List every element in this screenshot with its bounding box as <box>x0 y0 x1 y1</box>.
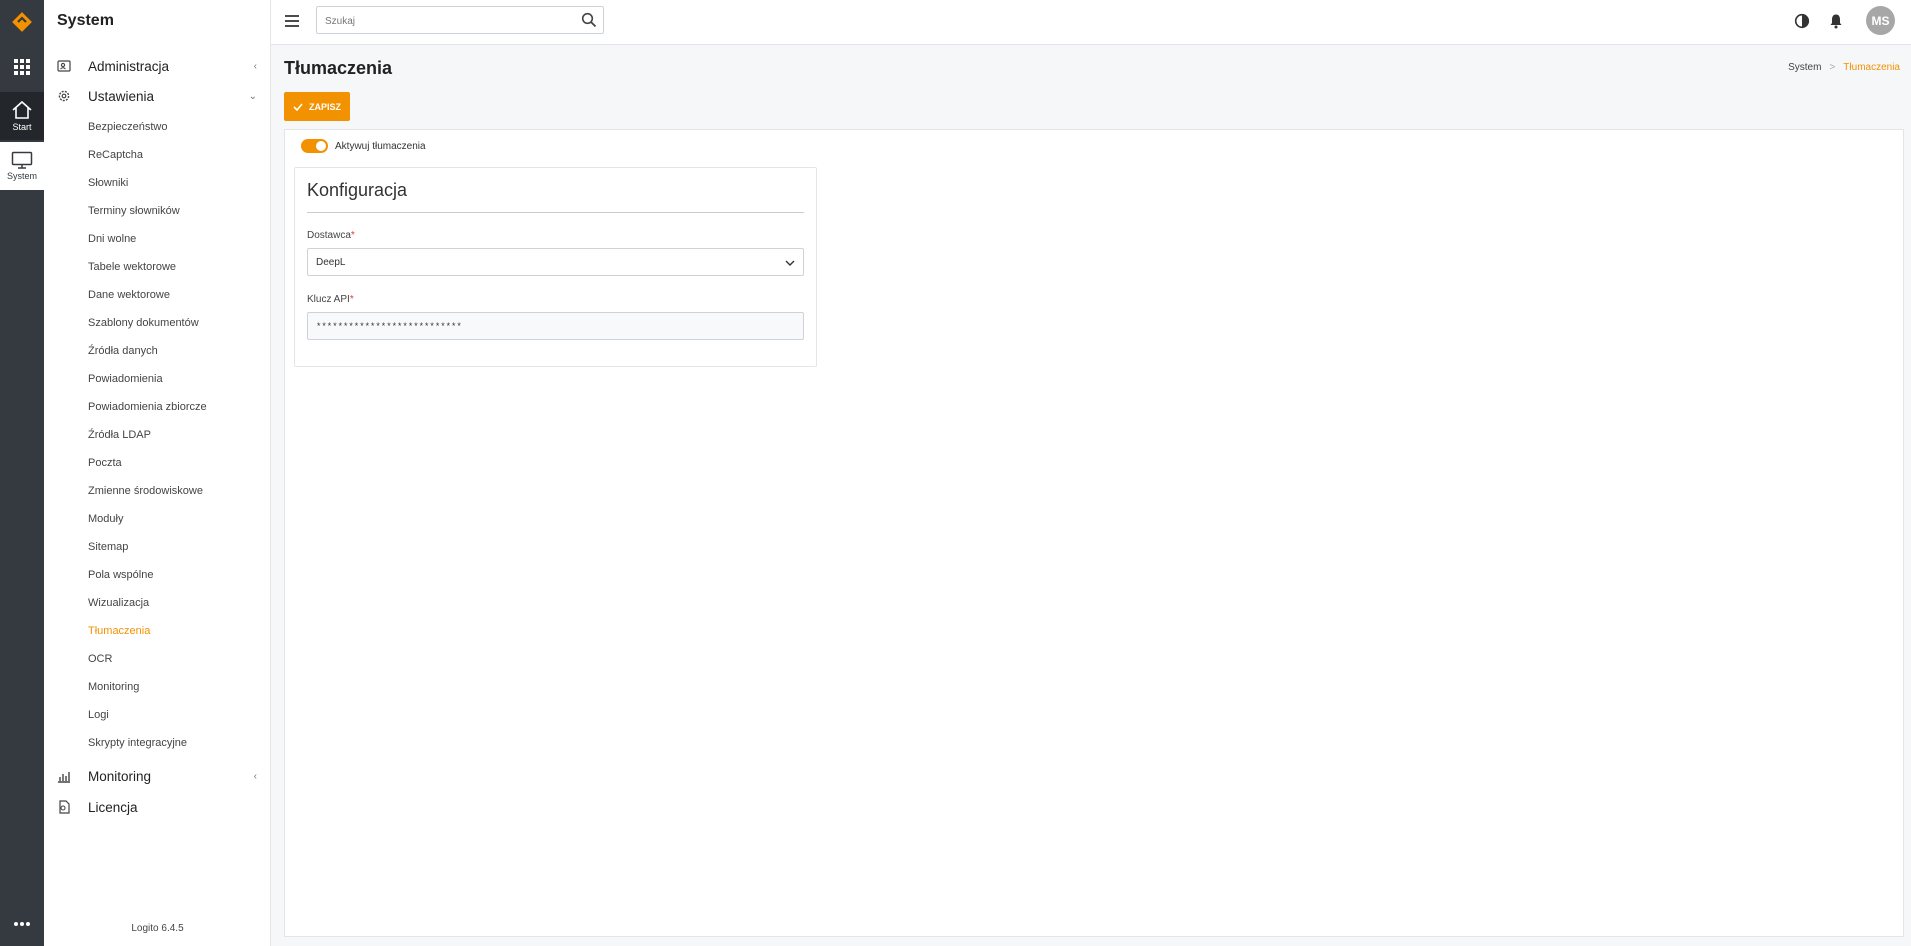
sidebar-item-terminy-slownikow[interactable]: Terminy słowników <box>88 205 180 217</box>
nav-group-label: Monitoring <box>88 768 152 784</box>
sidebar-item-logi[interactable]: Logi <box>88 709 109 721</box>
apps-grid-icon[interactable] <box>0 52 44 82</box>
nav-group-monitoring[interactable]: Monitoring ‹ <box>44 764 271 788</box>
bell-icon[interactable] <box>1828 13 1844 29</box>
provider-select-value: DeepL <box>316 257 346 268</box>
provider-select[interactable]: DeepL <box>307 248 804 276</box>
monitor-icon <box>11 151 33 169</box>
sidebar-item-powiadomienia-zbiorcze[interactable]: Powiadomienia zbiorcze <box>88 401 207 413</box>
search-icon[interactable] <box>581 12 597 28</box>
search-box <box>316 6 604 34</box>
sidebar-item-bezpieczenstwo[interactable]: Bezpieczeństwo <box>88 121 168 133</box>
search-input[interactable] <box>325 13 575 29</box>
app-rail: Start System <box>0 0 44 946</box>
api-key-label-text: Klucz API <box>307 294 350 305</box>
sidebar-item-moduly[interactable]: Moduły <box>88 513 123 525</box>
provider-label-text: Dostawca <box>307 230 351 241</box>
nav-group-label: Administracja <box>88 58 170 74</box>
topbar: MS <box>271 0 1911 45</box>
more-icon[interactable] <box>0 914 44 934</box>
gear-icon <box>58 90 70 102</box>
hamburger-menu-icon[interactable] <box>284 14 300 28</box>
required-mark: * <box>349 294 354 305</box>
sidebar-item-zmienne-srodowiskowe[interactable]: Zmienne środowiskowe <box>88 485 203 497</box>
sidebar-item-monitoring[interactable]: Monitoring <box>88 681 139 693</box>
sidebar-item-dane-wektorowe[interactable]: Dane wektorowe <box>88 289 170 301</box>
sidebar-item-recaptcha[interactable]: ReCaptcha <box>88 149 143 161</box>
logo-icon[interactable] <box>0 0 44 44</box>
sidebar-item-slowniki[interactable]: Słowniki <box>88 177 128 189</box>
chart-icon <box>58 772 70 783</box>
contrast-icon[interactable] <box>1794 13 1810 29</box>
admin-icon <box>57 60 71 72</box>
license-icon <box>59 800 70 814</box>
sidebar-item-pola-wspolne[interactable]: Pola wspólne <box>88 569 153 581</box>
sidebar-item-poczta[interactable]: Poczta <box>88 457 122 469</box>
page-title: Tłumaczenia <box>284 58 393 78</box>
check-icon <box>293 102 303 111</box>
required-mark: * <box>350 230 355 241</box>
chevron-down-icon: ⌄ <box>248 90 257 102</box>
chevron-left-icon: ‹ <box>253 770 257 782</box>
breadcrumb: System > Tłumaczenia <box>1788 62 1900 73</box>
home-icon <box>12 100 32 119</box>
rail-system-label: System <box>6 171 37 181</box>
nav-group-ustawienia[interactable]: Ustawienia ⌄ <box>44 84 271 108</box>
toggle-label: Aktywuj tłumaczenia <box>335 140 426 152</box>
sidebar-item-skrypty-integracyjne[interactable]: Skrypty integracyjne <box>88 737 187 749</box>
avatar[interactable]: MS <box>1866 6 1895 35</box>
api-key-label: Klucz API* <box>307 294 354 305</box>
sidebar-item-zrodla-ldap[interactable]: Źródła LDAP <box>88 429 151 441</box>
sidebar-item-wizualizacja[interactable]: Wizualizacja <box>88 597 149 609</box>
nav-group-licencja[interactable]: Licencja <box>44 795 271 819</box>
sidebar-title: System <box>57 12 114 29</box>
breadcrumb-home[interactable]: System <box>1788 62 1821 73</box>
rail-start-label: Start <box>12 122 32 132</box>
rail-start[interactable]: Start <box>0 92 44 140</box>
sidebar-item-zrodla-danych[interactable]: Źródła danych <box>88 345 158 357</box>
api-key-box <box>307 312 804 340</box>
breadcrumb-separator: > <box>1829 62 1836 73</box>
config-title: Konfiguracja <box>307 180 408 200</box>
sidebar-item-tabele-wektorowe[interactable]: Tabele wektorowe <box>88 261 176 273</box>
sidebar: System Administracja ‹ Ustawienia ⌄ Bezp… <box>44 0 271 946</box>
save-button-label: ZAPISZ <box>308 101 341 112</box>
sidebar-item-tlumaczenia[interactable]: Tłumaczenia <box>88 625 150 637</box>
sidebar-item-ocr[interactable]: OCR <box>88 653 112 665</box>
save-button[interactable]: ZAPISZ <box>284 92 350 121</box>
nav-group-label: Ustawienia <box>88 88 155 104</box>
chevron-left-icon: ‹ <box>253 60 257 72</box>
config-card: Konfiguracja Dostawca* DeepL Klucz API* <box>294 167 817 367</box>
api-key-input[interactable] <box>316 319 786 335</box>
breadcrumb-current: Tłumaczenia <box>1843 62 1900 73</box>
main-panel: Aktywuj tłumaczenia Konfiguracja Dostawc… <box>284 129 1904 937</box>
version-label: Logito 6.4.5 <box>131 923 184 934</box>
sidebar-item-powiadomienia[interactable]: Powiadomienia <box>88 373 163 385</box>
divider <box>307 212 804 213</box>
chevron-down-icon <box>785 260 795 266</box>
sidebar-item-szablony-dokumentow[interactable]: Szablony dokumentów <box>88 317 199 329</box>
rail-system[interactable]: System <box>0 142 44 190</box>
sidebar-item-sitemap[interactable]: Sitemap <box>88 541 128 553</box>
provider-label: Dostawca* <box>307 230 355 241</box>
activate-translations-row: Aktywuj tłumaczenia <box>301 139 426 153</box>
nav-group-label: Licencja <box>88 799 138 815</box>
nav-group-administracja[interactable]: Administracja ‹ <box>44 54 271 78</box>
activate-translations-toggle[interactable] <box>301 139 328 153</box>
sidebar-item-dni-wolne[interactable]: Dni wolne <box>88 233 136 245</box>
